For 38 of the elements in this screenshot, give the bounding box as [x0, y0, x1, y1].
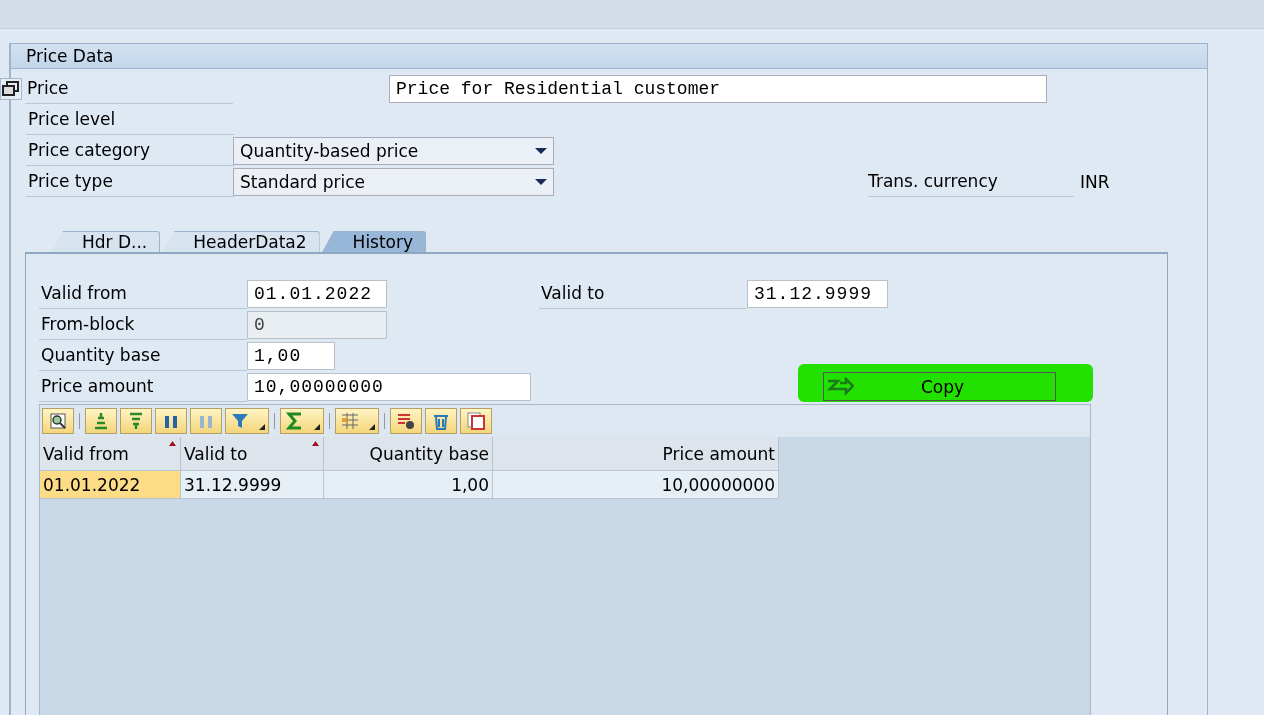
table-cell[interactable]: 1,00 [324, 471, 493, 499]
tab[interactable]: HeaderData2 [162, 231, 320, 252]
toolbar-document-icon[interactable] [460, 408, 492, 434]
column-header[interactable]: Valid to [181, 437, 324, 471]
column-header[interactable]: Valid from [40, 437, 181, 471]
tab[interactable]: Hdr D... [51, 231, 161, 252]
column-header[interactable]: Quantity base [324, 437, 493, 471]
toolbar-filter-icon[interactable] [225, 408, 269, 434]
toolbar-delete-row-icon[interactable] [390, 408, 422, 434]
field-label: Price [25, 73, 233, 104]
dropdown-field[interactable]: Quantity-based price [233, 136, 554, 165]
input-field[interactable]: 1,00 [247, 341, 335, 370]
field-label: Price level [26, 104, 234, 135]
toolbar-sigma-icon[interactable] [280, 408, 324, 434]
toolbar-top-icon[interactable] [85, 408, 117, 434]
toolbar-trash-icon[interactable] [425, 408, 457, 434]
toolbar-grid-icon[interactable] [335, 408, 379, 434]
input-field[interactable]: 31.12.9999 [747, 279, 888, 308]
table-cell[interactable]: 10,00000000 [493, 471, 779, 499]
dropdown-field[interactable]: Standard price [233, 167, 554, 196]
table-cell[interactable]: 01.01.2022 [40, 471, 181, 499]
input-field[interactable]: 10,00000000 [247, 372, 531, 401]
copy-button[interactable]: Copy [823, 372, 1056, 401]
description-field[interactable]: Price for Residential customer [389, 74, 1047, 103]
input-field: 0 [247, 310, 387, 339]
tab[interactable]: History [321, 231, 427, 252]
caret-icon [535, 178, 547, 185]
toolbar-details-icon[interactable] [42, 408, 74, 434]
caret-icon [535, 147, 547, 154]
column-header[interactable]: Price amount [493, 437, 779, 471]
arrow-icon [826, 376, 854, 397]
window-icon[interactable] [0, 77, 22, 100]
currency-value: INR [1080, 171, 1110, 192]
toolbar-bottom-icon[interactable] [120, 408, 152, 434]
field-label: Trans. currency [868, 166, 1074, 197]
input-field[interactable]: 01.01.2022 [247, 279, 387, 308]
panel-title: Price Data [11, 44, 1207, 69]
table-cell[interactable]: 31.12.9999 [181, 471, 324, 499]
